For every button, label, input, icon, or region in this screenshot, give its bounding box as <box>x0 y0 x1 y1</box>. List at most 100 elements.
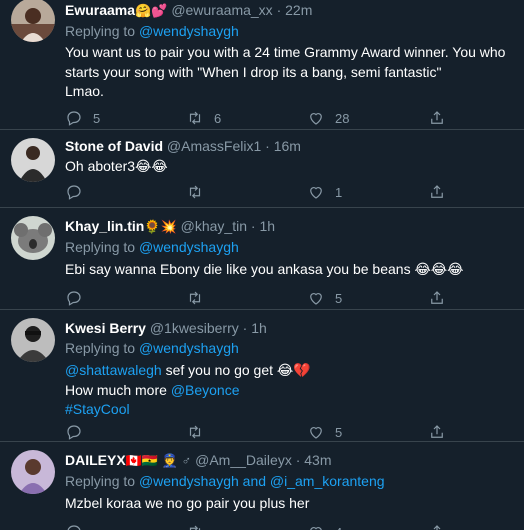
share-button[interactable] <box>428 108 446 128</box>
reply-button[interactable]: 5 <box>65 108 100 128</box>
tweet-header: Kwesi Berry @1kwesiberry · 1h <box>65 318 514 338</box>
replying-label: Replying to <box>65 239 136 255</box>
avatar-image <box>11 216 55 260</box>
retweet-icon <box>189 291 201 305</box>
separator: · <box>242 320 248 336</box>
reply-icon <box>67 185 81 200</box>
tweet-line-text: sef you no go get 😂💔 <box>161 362 311 378</box>
like-button[interactable]: 5 <box>307 288 342 308</box>
retweet-button[interactable]: 6 <box>186 108 221 128</box>
replying-mention-2[interactable]: @i_am_koranteng <box>270 473 385 489</box>
like-icon <box>310 293 322 305</box>
tweet[interactable]: Stone of David @AmassFelix1 · 16m Oh abo… <box>0 130 524 208</box>
reply-button[interactable] <box>65 288 83 308</box>
timestamp[interactable]: 1h <box>259 218 275 234</box>
retweet-button[interactable] <box>186 422 204 442</box>
replying-to: Replying to @wendyshaygh and @i_am_koran… <box>65 471 514 491</box>
share-button[interactable] <box>428 288 446 308</box>
author-handle[interactable]: @AmassFelix1 <box>167 138 261 154</box>
tweet-line: #StayCool <box>65 400 514 420</box>
retweet-button[interactable] <box>186 182 204 202</box>
avatar[interactable] <box>11 0 55 42</box>
mention-link[interactable]: @Beyonce <box>171 382 240 398</box>
avatar[interactable] <box>11 318 55 362</box>
tweet-line: Ebi say wanna Ebony die like you ankasa … <box>65 261 464 277</box>
like-count: 1 <box>335 184 343 200</box>
like-button[interactable]: 28 <box>307 108 349 128</box>
reply-button[interactable] <box>65 182 83 202</box>
like-icon <box>310 187 322 199</box>
avatar[interactable] <box>11 450 55 494</box>
retweet-icon <box>189 185 201 199</box>
share-icon <box>431 291 443 304</box>
author-handle[interactable]: @khay_tin <box>181 218 247 234</box>
author-name[interactable]: DAILEYX <box>65 452 126 468</box>
replying-mention[interactable]: @wendyshaygh <box>139 340 239 356</box>
share-button[interactable] <box>428 522 446 530</box>
author-name[interactable]: Kwesi Berry <box>65 320 146 336</box>
like-icon <box>310 427 322 439</box>
tweet-text: Ebi say wanna Ebony die like you ankasa … <box>65 260 514 280</box>
share-icon <box>431 185 443 198</box>
tweet-header: Ewuraama🤗💕 @ewuraama_xx · 22m <box>65 0 514 21</box>
reply-count: 5 <box>93 110 101 126</box>
share-button[interactable] <box>428 422 446 442</box>
author-handle[interactable]: @1kwesiberry <box>150 320 239 336</box>
author-handle[interactable]: @Am__Daileyx <box>195 452 292 468</box>
like-button[interactable]: 1 <box>307 182 342 202</box>
replying-mention[interactable]: @wendyshaygh <box>139 23 239 39</box>
hashtag-link[interactable]: #StayCool <box>65 401 130 417</box>
avatar-image <box>11 0 55 42</box>
avatar[interactable] <box>11 216 55 260</box>
tweet-header: Stone of David @AmassFelix1 · 16m <box>65 136 514 156</box>
replying-to: Replying to @wendyshaygh <box>65 237 514 257</box>
tweet[interactable]: DAILEYX🇨🇦🇬🇭 👮 ♂ @Am__Daileyx · 43m Reply… <box>0 442 524 530</box>
separator: · <box>265 138 270 154</box>
tweet-text: You want us to pair you with a 24 time G… <box>65 43 514 102</box>
replying-label: Replying to <box>65 473 136 489</box>
share-icon <box>433 525 441 530</box>
tweet[interactable]: Kwesi Berry @1kwesiberry · 1h Replying t… <box>0 310 524 442</box>
reply-button[interactable] <box>65 422 83 442</box>
tweet-line-text: How much more <box>65 381 171 398</box>
replying-mention-1[interactable]: @wendyshaygh <box>139 473 239 489</box>
tweet-line: Lmao. <box>65 83 104 99</box>
avatar[interactable] <box>11 138 55 182</box>
like-icon <box>310 113 322 125</box>
like-button[interactable]: 5 <box>307 422 342 442</box>
retweet-icon <box>189 525 201 530</box>
timestamp[interactable]: 16m <box>274 138 301 154</box>
like-count: 28 <box>335 110 350 126</box>
retweet-button[interactable] <box>186 522 204 530</box>
retweet-button[interactable] <box>186 288 204 308</box>
tweet[interactable]: Ewuraama🤗💕 @ewuraama_xx · 22m Replying t… <box>0 0 524 130</box>
tweet-feed: Ewuraama🤗💕 @ewuraama_xx · 22m Replying t… <box>0 0 524 530</box>
tweet-text: Oh aboter3😂😂 <box>65 157 514 177</box>
avatar-image <box>11 450 55 494</box>
author-handle[interactable]: @ewuraama_xx <box>171 2 272 18</box>
author-name[interactable]: Ewuraama <box>65 2 135 18</box>
tweet-line: @shattawalegh sef you no go get 😂💔 <box>65 361 514 381</box>
name-emoji: 🤗💕 <box>135 3 168 18</box>
replying-and: and <box>238 473 270 489</box>
mention-link[interactable]: @shattawalegh <box>65 362 162 378</box>
replying-mention[interactable]: @wendyshaygh and @i_am_koranteng <box>139 473 385 489</box>
replying-mention[interactable]: @wendyshaygh <box>139 239 239 255</box>
timestamp[interactable]: 43m <box>304 452 331 468</box>
replying-label: Replying to <box>65 23 136 39</box>
like-count: 4 <box>335 525 342 530</box>
share-button[interactable] <box>428 182 446 202</box>
timestamp[interactable]: 1h <box>251 320 267 336</box>
tweet-header: Khay_lin.tin🌻💥 @khay_tin · 1h <box>65 216 514 237</box>
reply-icon <box>67 525 81 530</box>
timestamp[interactable]: 22m <box>285 2 312 18</box>
replying-to: Replying to @wendyshaygh <box>65 338 514 358</box>
name-emoji: 🌻💥 <box>144 219 177 234</box>
reply-button[interactable] <box>65 522 83 530</box>
tweet[interactable]: Khay_lin.tin🌻💥 @khay_tin · 1h Replying t… <box>0 208 524 310</box>
author-name[interactable]: Stone of David <box>65 138 163 154</box>
reply-icon <box>67 291 81 306</box>
author-name[interactable]: Khay_lin.tin <box>65 218 144 234</box>
replying-to: Replying to @wendyshaygh <box>65 21 514 41</box>
like-button[interactable]: 4 <box>307 522 342 530</box>
